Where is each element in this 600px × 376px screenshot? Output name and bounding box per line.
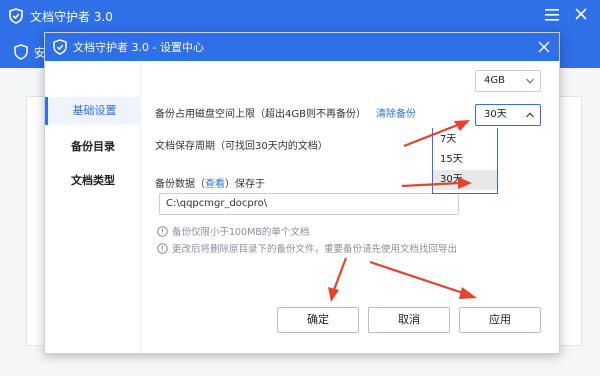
ok-button[interactable]: 确定 [277, 307, 359, 333]
chevron-up-icon [526, 112, 534, 118]
view-backup-link[interactable]: 查看 [205, 179, 225, 190]
disk-limit-label: 备份占用磁盘空间上限（超出4GB则不再备份） [155, 109, 366, 120]
retention-period-dropdown: 7天 15天 30天 [432, 128, 498, 194]
main-close-icon[interactable] [574, 7, 588, 21]
retention-period-select[interactable]: 30天 [475, 104, 541, 126]
retention-period-value: 30天 [484, 109, 507, 120]
retention-period-label: 文档保存周期（可找回30天内的文档） [155, 141, 328, 152]
shield-tab-icon [14, 44, 28, 60]
sidebar-item-document-types[interactable]: 文档类型 [45, 167, 141, 195]
menu-icon[interactable] [544, 6, 560, 24]
backup-location-prefix: 备份数据（ [155, 179, 205, 190]
disk-limit-select[interactable]: 4GB [475, 70, 541, 92]
shield-logo-icon [9, 8, 23, 24]
backup-path-field[interactable]: C:\qqpcmgr_docpro\ [159, 193, 459, 215]
clear-backup-link[interactable]: 清除备份 [376, 105, 416, 120]
dialog-close-icon[interactable] [537, 40, 551, 54]
backup-location-label: 备份数据（查看）保存于 [155, 175, 265, 190]
sidebar-item-basic-settings[interactable]: 基础设置 [45, 97, 141, 125]
dialog-titlebar: 文档守护者 3.0 - 设置中心 [45, 33, 559, 61]
cancel-button[interactable]: 取消 [368, 307, 450, 333]
backup-location-suffix: ）保存于 [225, 179, 265, 190]
disk-limit-value: 4GB [484, 75, 505, 86]
dialog-title: 文档守护者 3.0 - 设置中心 [73, 41, 204, 54]
sidebar-item-backup-directory[interactable]: 备份目录 [45, 133, 141, 161]
apply-button[interactable]: 应用 [459, 307, 541, 333]
shield-logo-icon [53, 39, 67, 55]
info-icon [157, 243, 168, 254]
main-window-titlebar: 文档守护者 3.0 [0, 0, 600, 32]
retention-option-15-days[interactable]: 15天 [433, 150, 497, 170]
main-window-title: 文档守护者 3.0 [30, 10, 113, 24]
note-size-limit-text: 备份仅限小于100MB的单个文档 [172, 227, 310, 238]
retention-option-7-days[interactable]: 7天 [433, 130, 497, 150]
retention-option-30-days[interactable]: 30天 [433, 170, 497, 190]
note-size-limit: 备份仅限小于100MB的单个文档 [157, 224, 309, 238]
chevron-down-icon [526, 78, 534, 84]
note-change-warning-text: 更改后将删除原目录下的备份文件，重要备份请先使用文档找回导出 [172, 244, 458, 255]
note-change-warning: 更改后将删除原目录下的备份文件，重要备份请先使用文档找回导出 [157, 241, 457, 255]
settings-sidebar: 基础设置 备份目录 文档类型 [45, 61, 141, 353]
info-icon [157, 226, 168, 237]
